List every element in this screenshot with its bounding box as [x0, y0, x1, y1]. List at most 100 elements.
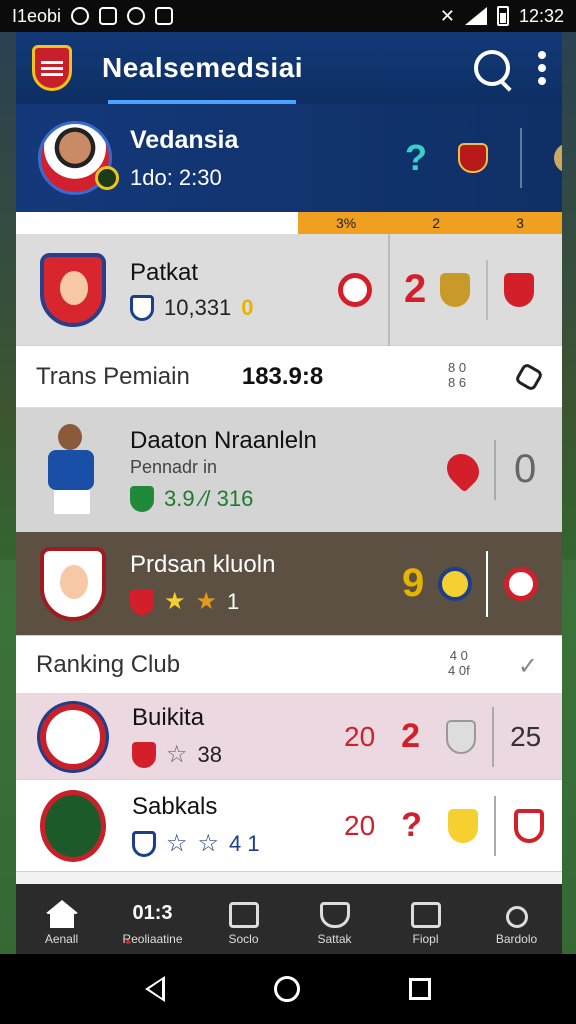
yellow-shield-icon: [447, 808, 478, 843]
player-position: Pennadr in: [130, 457, 218, 477]
search-icon: [505, 906, 528, 928]
player-stat: 3.9 ⁄/ 316: [164, 486, 254, 511]
team-crest-icon: [40, 252, 106, 327]
star-icon: ☆: [166, 830, 188, 857]
signal-icon: [464, 7, 487, 25]
ranking-mini-stats: 4 0 4 0f: [448, 648, 470, 678]
settings-notification-icon: [127, 7, 146, 25]
nav-label: Fiopl: [412, 932, 439, 946]
app-window: Nealsemedsiai Vedansia 1do: 2:30 ? 3% 2 …: [16, 32, 562, 954]
red-pin-badge-icon: [440, 446, 486, 493]
nav-social[interactable]: Soclo: [204, 902, 284, 946]
divider: [494, 439, 496, 500]
nav-home[interactable]: Aenall: [22, 900, 102, 946]
strip-value: 3%: [336, 215, 357, 231]
team-round-badge-icon: [338, 272, 372, 307]
yellow-badge-icon: [438, 566, 473, 601]
team-stat-highlight: 0: [241, 294, 254, 320]
red-ring-badge-icon: [504, 566, 539, 601]
player-crest-icon: [40, 546, 106, 621]
team-stat: 10,331: [164, 294, 232, 320]
opponent-badge-icon: [504, 272, 535, 307]
nav-label: Bardolo: [495, 932, 538, 946]
mini-stat-bottom: 8 6: [448, 375, 467, 390]
red-club-badge-icon: [458, 143, 488, 173]
home-button-icon[interactable]: [273, 976, 300, 1002]
team-name: Patkat: [130, 258, 199, 286]
nav-label: Sattak: [317, 932, 352, 946]
star-icon: ☆: [197, 830, 220, 857]
club-stat: 38: [197, 741, 222, 767]
eagle-badge-icon: [440, 272, 471, 307]
team-row[interactable]: Patkat 10,331 0 2: [16, 233, 562, 346]
grid-icon: [228, 902, 259, 928]
image-notification-icon: [155, 7, 174, 25]
player-green-shield-icon: [130, 486, 154, 512]
divider: [493, 795, 496, 856]
nav-stats[interactable]: Sattak: [295, 902, 375, 946]
player-row[interactable]: Prdsan kluoln ★ ★ 1 9: [16, 532, 562, 636]
team-score: 2: [404, 267, 427, 311]
club-name: Buikita: [132, 704, 205, 731]
player-stat: 1: [227, 588, 240, 614]
chevron-check-icon[interactable]: ✓: [518, 652, 538, 681]
player-red-shield-icon: [130, 588, 154, 615]
app-bar: Nealsemedsiai: [16, 32, 562, 104]
mini-stat-top: 4 0: [449, 648, 468, 663]
divider: [486, 550, 489, 617]
nav-label: Reoliaatine: [122, 932, 183, 946]
status-left-text: I1eobi: [12, 5, 62, 26]
nav-label: Aenall: [44, 932, 79, 946]
mini-stat-bottom: 4 0f: [448, 663, 470, 678]
match-score-mark: ?: [405, 137, 427, 178]
player-row[interactable]: Daaton Nraanleln Pennadr in 3.9 ⁄/ 316 0: [16, 408, 562, 532]
transfer-title: Trans Pemiain: [36, 362, 190, 390]
divider: [388, 233, 390, 346]
team-mini-shield-icon: [130, 294, 154, 321]
app-logo-icon: [32, 45, 72, 91]
club-value: 2: [401, 717, 421, 755]
star-icon: ☆: [166, 741, 188, 768]
more-options-icon[interactable]: [538, 51, 546, 85]
hexagon-icon[interactable]: [513, 361, 545, 393]
ranking-section-header[interactable]: Ranking Club 4 0 4 0f ✓: [16, 636, 562, 694]
club-value: 25: [510, 720, 542, 752]
text-icon: 01:3: [132, 902, 173, 924]
nav-realtime[interactable]: 01:3 Reoliaatine: [113, 902, 193, 946]
transfer-mini-stats: 8 0 8 6: [448, 360, 466, 390]
back-icon[interactable]: [144, 976, 165, 1002]
divider: [520, 128, 522, 188]
club-row[interactable]: Buikita ☆ 38 20 2 25: [16, 694, 562, 780]
club-blue-shield-icon: [132, 830, 156, 857]
gray-shield-icon: [446, 719, 477, 754]
transfer-value: 183.9:8: [241, 362, 324, 390]
status-bar: I1eobi ✕ 12:32: [0, 0, 576, 32]
match-card[interactable]: Vedansia 1do: 2:30 ?: [16, 104, 562, 212]
nav-profile[interactable]: Fiopl: [386, 902, 466, 946]
card-icon: [410, 902, 441, 928]
recent-apps-icon[interactable]: [409, 978, 432, 1000]
shield-icon: [319, 902, 350, 928]
club-red-shield-icon: [132, 741, 156, 768]
match-time: 1do: 2:30: [130, 164, 222, 190]
mini-stat-top: 8 0: [448, 360, 467, 375]
nav-search[interactable]: Bardolo: [477, 906, 557, 946]
notification-dot: [126, 940, 130, 944]
club-row[interactable]: Sabkals ☆ ☆ 4 1 20 ?: [16, 780, 562, 872]
club-logo-icon: [40, 703, 106, 770]
strip-value: 2: [432, 215, 441, 231]
app-title: Nealsemedsiai: [102, 52, 304, 83]
battery-icon: [496, 6, 509, 26]
star-icon: ★: [195, 588, 218, 615]
gold-club-badge-icon: [554, 143, 562, 173]
transfer-section-header[interactable]: Trans Pemiain 183.9:8 8 0 8 6: [16, 346, 562, 408]
club-logo-icon: [40, 789, 106, 862]
club-name: Sabkals: [132, 793, 218, 820]
nav-label: Soclo: [228, 932, 259, 946]
bottom-navigation: Aenall 01:3 Reoliaatine Soclo Sattak Fio…: [16, 884, 562, 954]
progress-strip: 3% 2 3: [16, 212, 562, 234]
divider: [486, 259, 489, 320]
refresh-search-icon[interactable]: [474, 50, 510, 86]
app-notification-icon: [99, 7, 118, 25]
club-crest-icon: [95, 166, 119, 190]
